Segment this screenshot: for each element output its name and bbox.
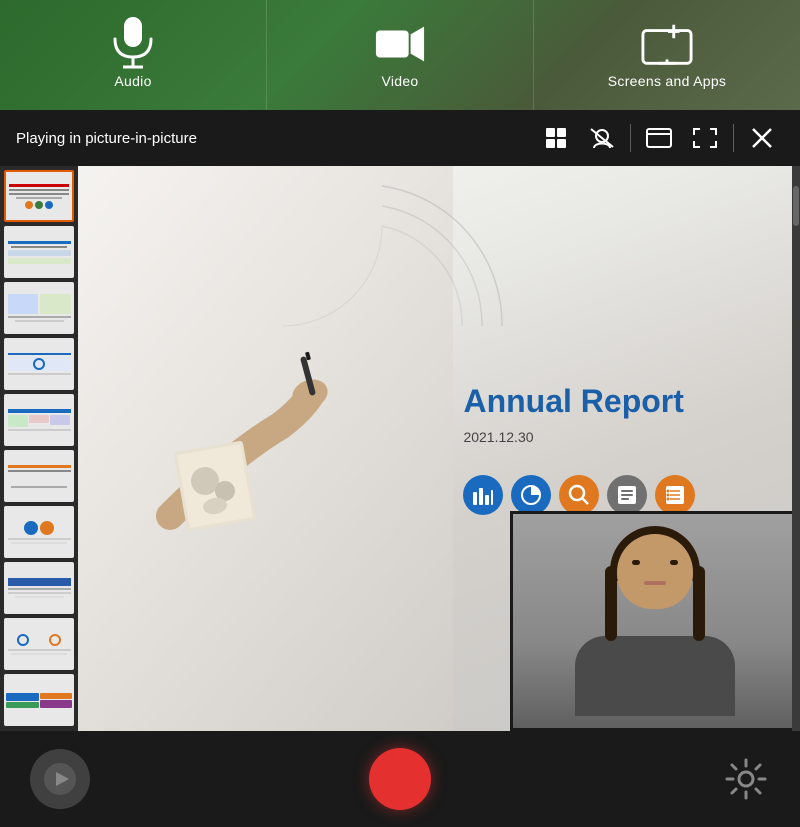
slide-thumb-5[interactable] [4,394,74,446]
pip-fullscreen-button[interactable] [683,116,727,160]
panopto-logo-button[interactable] [30,749,90,809]
settings-button[interactable] [722,755,770,803]
slide-panel [0,166,78,731]
pip-close-button[interactable] [740,116,784,160]
record-button[interactable] [369,748,431,810]
pip-bar: Playing in picture-in-picture [0,110,800,166]
pip-no-video-button[interactable] [580,116,624,160]
screens-apps-label: Screens and Apps [608,73,726,89]
slide-thumb-7[interactable] [4,506,74,558]
screens-apps-button[interactable]: Screens and Apps [534,0,800,110]
slide-thumb-10[interactable] [4,674,74,726]
pip-divider-2 [733,124,734,152]
slide-thumb-9[interactable] [4,618,74,670]
slide-thumb-1[interactable] [4,170,74,222]
video-icon [374,21,426,67]
slide-icon-row [463,475,780,515]
pip-window-button[interactable] [637,116,681,160]
slide-thumb-3[interactable] [4,282,74,334]
slide-background: Annual Report 2021.12.30 [78,166,800,731]
slide-thumb-4[interactable] [4,338,74,390]
pip-person-body [575,636,735,716]
slide-title: Annual Report [463,382,780,420]
scroll-thumb [793,186,799,226]
pip-person-head [605,526,705,646]
slide-icon-list[interactable] [655,475,695,515]
slide-thumb-2[interactable] [4,226,74,278]
top-toolbar: Audio Video Screens and Apps [0,0,800,110]
pip-divider-1 [630,124,631,152]
slide-date: 2021.12.30 [463,429,780,445]
scroll-bar[interactable] [792,166,800,731]
main-content: Annual Report 2021.12.30 [0,166,800,731]
slide-icon-search[interactable] [559,475,599,515]
pip-camera-bg [513,514,797,728]
screens-apps-icon [641,21,693,67]
pip-controls [534,116,784,160]
slide-icon-pie[interactable] [511,475,551,515]
pip-camera-overlay [510,511,800,731]
hand-writing-svg [150,336,390,536]
slide-thumb-8[interactable] [4,562,74,614]
audio-button[interactable]: Audio [0,0,267,110]
audio-label: Audio [114,73,151,89]
slide-icon-chart[interactable] [463,475,503,515]
video-button[interactable]: Video [267,0,534,110]
presentation-area: Annual Report 2021.12.30 [78,166,800,731]
slide-icon-book[interactable] [607,475,647,515]
pip-status-text: Playing in picture-in-picture [16,130,522,147]
video-label: Video [381,73,418,89]
audio-icon [107,21,159,67]
pip-grid-button[interactable] [534,116,578,160]
slide-thumb-6[interactable] [4,450,74,502]
bottom-bar [0,731,800,827]
